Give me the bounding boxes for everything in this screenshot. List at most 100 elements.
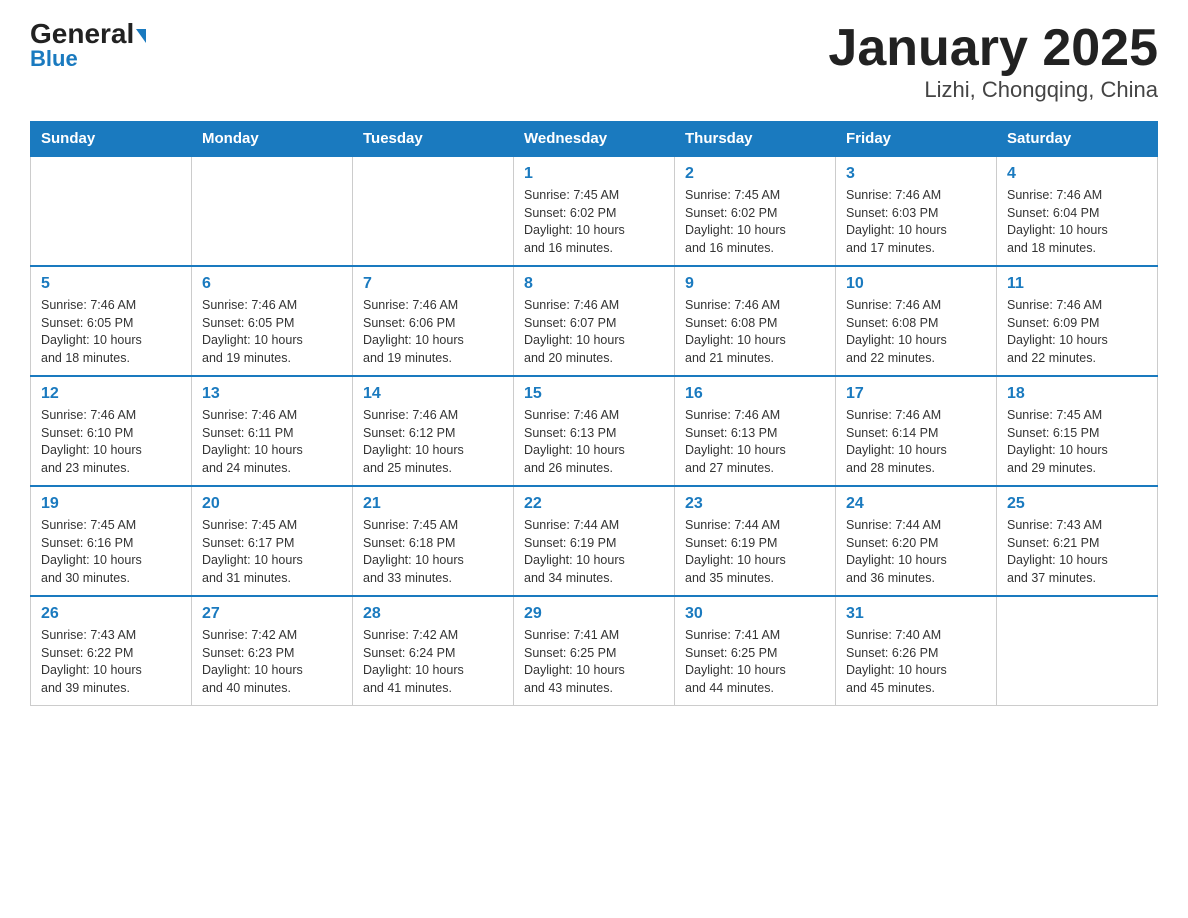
calendar-week-row: 12Sunrise: 7:46 AMSunset: 6:10 PMDayligh…	[31, 376, 1158, 486]
calendar-day-cell: 16 Sunrise: 7:46 AMSunset: 6:13 PMDayligh…	[675, 376, 836, 486]
calendar-week-row: 26 Sunrise: 7:43 AMSunset: 6:22 PMDayligh…	[31, 596, 1158, 706]
calendar-day-cell: 25 Sunrise: 7:43 AMSunset: 6:21 PMDayligh…	[997, 486, 1158, 596]
day-info: Sunrise: 7:46 AMSunset: 6:05 PMDaylight:…	[202, 297, 342, 367]
day-info: Sunrise: 7:46 AMSunset: 6:05 PMDaylight:…	[41, 297, 181, 367]
calendar-day-cell: 20 Sunrise: 7:45 AMSunset: 6:17 PMDayligh…	[192, 486, 353, 596]
day-info: Sunrise: 7:43 AMSunset: 6:21 PMDaylight:…	[1007, 517, 1147, 587]
calendar-body: 1Sunrise: 7:45 AMSunset: 6:02 PMDaylight…	[31, 156, 1158, 706]
day-number: 8	[524, 275, 664, 293]
calendar-day-cell: 23Sunrise: 7:44 AMSunset: 6:19 PMDayligh…	[675, 486, 836, 596]
calendar-day-cell: 31 Sunrise: 7:40 AMSunset: 6:26 PMDayligh…	[836, 596, 997, 706]
calendar-day-cell: 15 Sunrise: 7:46 AMSunset: 6:13 PMDayligh…	[514, 376, 675, 486]
calendar-week-row: 1Sunrise: 7:45 AMSunset: 6:02 PMDaylight…	[31, 156, 1158, 266]
day-number: 30	[685, 605, 825, 623]
day-info: Sunrise: 7:45 AMSunset: 6:15 PMDaylight:…	[1007, 407, 1147, 477]
day-number: 9	[685, 275, 825, 293]
calendar-weekday-header: Monday	[192, 122, 353, 157]
calendar-day-cell: 10 Sunrise: 7:46 AMSunset: 6:08 PMDayligh…	[836, 266, 997, 376]
day-number: 4	[1007, 165, 1147, 183]
calendar-header: SundayMondayTuesdayWednesdayThursdayFrid…	[31, 122, 1158, 157]
day-number: 20	[202, 495, 342, 513]
day-info: Sunrise: 7:46 AMSunset: 6:12 PMDaylight:…	[363, 407, 503, 477]
day-number: 16	[685, 385, 825, 403]
calendar-day-cell: 21 Sunrise: 7:45 AMSunset: 6:18 PMDayligh…	[353, 486, 514, 596]
title-block: January 2025 Lizhi, Chongqing, China	[828, 20, 1158, 103]
page-header: General Blue January 2025 Lizhi, Chongqi…	[30, 20, 1158, 103]
calendar-day-cell	[353, 156, 514, 266]
day-number: 10	[846, 275, 986, 293]
calendar-day-cell	[997, 596, 1158, 706]
day-number: 19	[41, 495, 181, 513]
calendar-day-cell: 18 Sunrise: 7:45 AMSunset: 6:15 PMDayligh…	[997, 376, 1158, 486]
day-info: Sunrise: 7:43 AMSunset: 6:22 PMDaylight:…	[41, 627, 181, 697]
calendar-day-cell: 22Sunrise: 7:44 AMSunset: 6:19 PMDayligh…	[514, 486, 675, 596]
calendar-weekday-header: Sunday	[31, 122, 192, 157]
calendar-day-cell: 14 Sunrise: 7:46 AMSunset: 6:12 PMDayligh…	[353, 376, 514, 486]
calendar-title: January 2025	[828, 20, 1158, 77]
day-info: Sunrise: 7:46 AMSunset: 6:08 PMDaylight:…	[846, 297, 986, 367]
calendar-week-row: 5 Sunrise: 7:46 AMSunset: 6:05 PMDaylight…	[31, 266, 1158, 376]
calendar-day-cell	[31, 156, 192, 266]
calendar-day-cell: 4 Sunrise: 7:46 AMSunset: 6:04 PMDaylight…	[997, 156, 1158, 266]
logo-blue-text: Blue	[30, 46, 78, 72]
day-number: 2	[685, 165, 825, 183]
calendar-day-cell: 26 Sunrise: 7:43 AMSunset: 6:22 PMDayligh…	[31, 596, 192, 706]
day-number: 5	[41, 275, 181, 293]
day-number: 17	[846, 385, 986, 403]
calendar-subtitle: Lizhi, Chongqing, China	[828, 77, 1158, 103]
day-info: Sunrise: 7:45 AMSunset: 6:17 PMDaylight:…	[202, 517, 342, 587]
calendar-day-cell: 13 Sunrise: 7:46 AMSunset: 6:11 PMDayligh…	[192, 376, 353, 486]
day-number: 23	[685, 495, 825, 513]
day-number: 27	[202, 605, 342, 623]
logo: General Blue	[30, 20, 146, 72]
day-number: 3	[846, 165, 986, 183]
day-info: Sunrise: 7:44 AMSunset: 6:20 PMDaylight:…	[846, 517, 986, 587]
calendar-day-cell: 7Sunrise: 7:46 AMSunset: 6:06 PMDaylight…	[353, 266, 514, 376]
day-info: Sunrise: 7:46 AMSunset: 6:13 PMDaylight:…	[524, 407, 664, 477]
calendar-day-cell: 19Sunrise: 7:45 AMSunset: 6:16 PMDayligh…	[31, 486, 192, 596]
day-number: 14	[363, 385, 503, 403]
day-number: 15	[524, 385, 664, 403]
day-number: 7	[363, 275, 503, 293]
day-info: Sunrise: 7:46 AMSunset: 6:11 PMDaylight:…	[202, 407, 342, 477]
day-info: Sunrise: 7:44 AMSunset: 6:19 PMDaylight:…	[524, 517, 664, 587]
calendar-weekday-header: Wednesday	[514, 122, 675, 157]
day-info: Sunrise: 7:42 AMSunset: 6:23 PMDaylight:…	[202, 627, 342, 697]
day-number: 25	[1007, 495, 1147, 513]
calendar-day-cell: 2 Sunrise: 7:45 AMSunset: 6:02 PMDaylight…	[675, 156, 836, 266]
day-info: Sunrise: 7:46 AMSunset: 6:04 PMDaylight:…	[1007, 187, 1147, 257]
calendar-week-row: 19Sunrise: 7:45 AMSunset: 6:16 PMDayligh…	[31, 486, 1158, 596]
day-info: Sunrise: 7:46 AMSunset: 6:09 PMDaylight:…	[1007, 297, 1147, 367]
calendar-day-cell: 29Sunrise: 7:41 AMSunset: 6:25 PMDayligh…	[514, 596, 675, 706]
calendar-day-cell: 27 Sunrise: 7:42 AMSunset: 6:23 PMDayligh…	[192, 596, 353, 706]
calendar-day-cell	[192, 156, 353, 266]
day-number: 28	[363, 605, 503, 623]
day-info: Sunrise: 7:40 AMSunset: 6:26 PMDaylight:…	[846, 627, 986, 697]
day-info: Sunrise: 7:46 AMSunset: 6:08 PMDaylight:…	[685, 297, 825, 367]
day-number: 21	[363, 495, 503, 513]
day-number: 11	[1007, 275, 1147, 293]
calendar-weekday-header: Friday	[836, 122, 997, 157]
calendar-weekday-header: Tuesday	[353, 122, 514, 157]
day-number: 13	[202, 385, 342, 403]
calendar-day-cell: 17Sunrise: 7:46 AMSunset: 6:14 PMDayligh…	[836, 376, 997, 486]
day-info: Sunrise: 7:45 AMSunset: 6:18 PMDaylight:…	[363, 517, 503, 587]
calendar-day-cell: 1Sunrise: 7:45 AMSunset: 6:02 PMDaylight…	[514, 156, 675, 266]
day-number: 26	[41, 605, 181, 623]
day-info: Sunrise: 7:46 AMSunset: 6:07 PMDaylight:…	[524, 297, 664, 367]
calendar-day-cell: 12Sunrise: 7:46 AMSunset: 6:10 PMDayligh…	[31, 376, 192, 486]
calendar-day-cell: 9 Sunrise: 7:46 AMSunset: 6:08 PMDaylight…	[675, 266, 836, 376]
calendar-day-cell: 28Sunrise: 7:42 AMSunset: 6:24 PMDayligh…	[353, 596, 514, 706]
calendar-day-cell: 8 Sunrise: 7:46 AMSunset: 6:07 PMDaylight…	[514, 266, 675, 376]
calendar-header-row: SundayMondayTuesdayWednesdayThursdayFrid…	[31, 122, 1158, 157]
day-info: Sunrise: 7:46 AMSunset: 6:13 PMDaylight:…	[685, 407, 825, 477]
day-number: 6	[202, 275, 342, 293]
day-number: 18	[1007, 385, 1147, 403]
day-info: Sunrise: 7:45 AMSunset: 6:02 PMDaylight:…	[524, 187, 664, 257]
logo-general-text: General	[30, 20, 146, 48]
day-number: 31	[846, 605, 986, 623]
day-info: Sunrise: 7:45 AMSunset: 6:02 PMDaylight:…	[685, 187, 825, 257]
day-info: Sunrise: 7:41 AMSunset: 6:25 PMDaylight:…	[685, 627, 825, 697]
calendar-day-cell: 30 Sunrise: 7:41 AMSunset: 6:25 PMDayligh…	[675, 596, 836, 706]
calendar-day-cell: 5 Sunrise: 7:46 AMSunset: 6:05 PMDaylight…	[31, 266, 192, 376]
